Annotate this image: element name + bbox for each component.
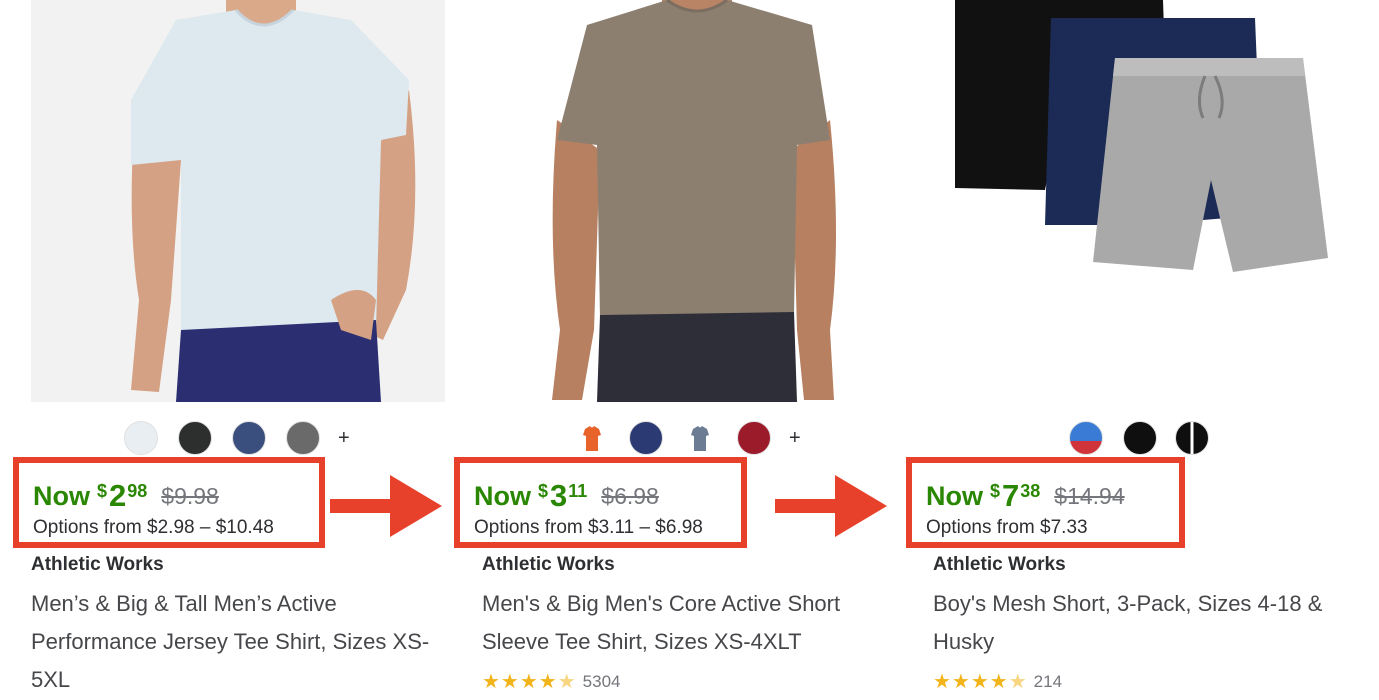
product-title[interactable]: Boy's Mesh Short, 3-Pack, Sizes 4-18 & H… — [933, 585, 1345, 661]
rating[interactable]: ★★★★★ 5304 — [482, 671, 620, 693]
product-card: + Now $ 2 98 $9.98 Options from $2.98 – … — [13, 0, 451, 700]
color-swatches: + — [575, 420, 801, 456]
swatch-blue-red[interactable] — [1069, 421, 1103, 455]
review-count: 5304 — [582, 672, 621, 691]
options-range: Options from $3.11 – $6.98 — [474, 517, 703, 538]
star-rating-icon: ★★★★★ — [933, 671, 1028, 693]
brand-name: Athletic Works — [933, 554, 1066, 575]
arrow-right-icon — [330, 475, 442, 537]
currency-symbol: $ — [990, 481, 1001, 501]
price-line: Now $ 2 98 $9.98 — [33, 479, 219, 513]
price-highlight-box: Now $ 7 38 $14.94 Options from $7.33 — [906, 457, 1185, 548]
swatch-gray-heather[interactable] — [286, 421, 320, 455]
review-count: 214 — [1033, 672, 1063, 691]
color-swatches: + — [124, 420, 350, 456]
options-range: Options from $7.33 — [926, 517, 1088, 538]
swatch-black-white[interactable] — [1175, 421, 1209, 455]
swatch-navy-heather[interactable] — [232, 421, 266, 455]
price-cents: 38 — [1020, 481, 1041, 501]
more-colors-button[interactable]: + — [338, 421, 350, 455]
brand-name: Athletic Works — [31, 554, 164, 575]
swatch-orange-shirt[interactable] — [575, 421, 609, 455]
price-highlight-box: Now $ 2 98 $9.98 Options from $2.98 – $1… — [13, 457, 325, 548]
product-image[interactable] — [482, 0, 896, 402]
more-colors-button[interactable]: + — [789, 421, 801, 455]
price-highlight-box: Now $ 3 11 $6.98 Options from $3.11 – $6… — [454, 457, 747, 548]
product-card: + Now $ 3 11 $6.98 Options from $3.11 – … — [454, 0, 902, 700]
swatch-black[interactable] — [1123, 421, 1157, 455]
product-card: Now $ 7 38 $14.94 Options from $7.33 Ath… — [906, 0, 1353, 700]
swatch-navy[interactable] — [629, 421, 663, 455]
now-label: Now — [33, 481, 90, 511]
brand-name: Athletic Works — [482, 554, 615, 575]
now-label: Now — [474, 481, 531, 511]
price-whole: 2 — [109, 478, 127, 513]
swatch-light-blue[interactable] — [124, 421, 158, 455]
now-label: Now — [926, 481, 983, 511]
tshirt-image — [552, 0, 836, 402]
options-range: Options from $2.98 – $10.48 — [33, 517, 274, 538]
currency-symbol: $ — [538, 481, 549, 501]
was-price: $14.94 — [1054, 483, 1125, 509]
product-image[interactable] — [31, 0, 445, 402]
price-line: Now $ 3 11 $6.98 — [474, 479, 659, 513]
rating[interactable]: ★★★★★ 214 — [933, 671, 1062, 693]
price-whole: 3 — [550, 478, 568, 513]
arrow-right-icon — [775, 475, 887, 537]
tshirt-image — [131, 0, 416, 402]
price-cents: 11 — [568, 481, 588, 501]
star-rating-icon: ★★★★★ — [482, 671, 577, 693]
product-title[interactable]: Men's & Big Men's Core Active Short Slee… — [482, 585, 894, 661]
product-title[interactable]: Men’s & Big & Tall Men’s Active Performa… — [31, 585, 443, 699]
was-price: $9.98 — [161, 483, 219, 509]
price-whole: 7 — [1002, 478, 1020, 513]
swatch-black-heather[interactable] — [178, 421, 212, 455]
price-line: Now $ 7 38 $14.94 — [926, 479, 1125, 513]
product-image[interactable] — [933, 0, 1347, 402]
swatch-blue-gray-shirt[interactable] — [683, 421, 717, 455]
shorts-image — [955, 0, 1328, 272]
color-swatches — [1069, 420, 1229, 456]
was-price: $6.98 — [601, 483, 659, 509]
swatch-burgundy[interactable] — [737, 421, 771, 455]
price-cents: 98 — [127, 481, 148, 501]
currency-symbol: $ — [97, 481, 108, 501]
